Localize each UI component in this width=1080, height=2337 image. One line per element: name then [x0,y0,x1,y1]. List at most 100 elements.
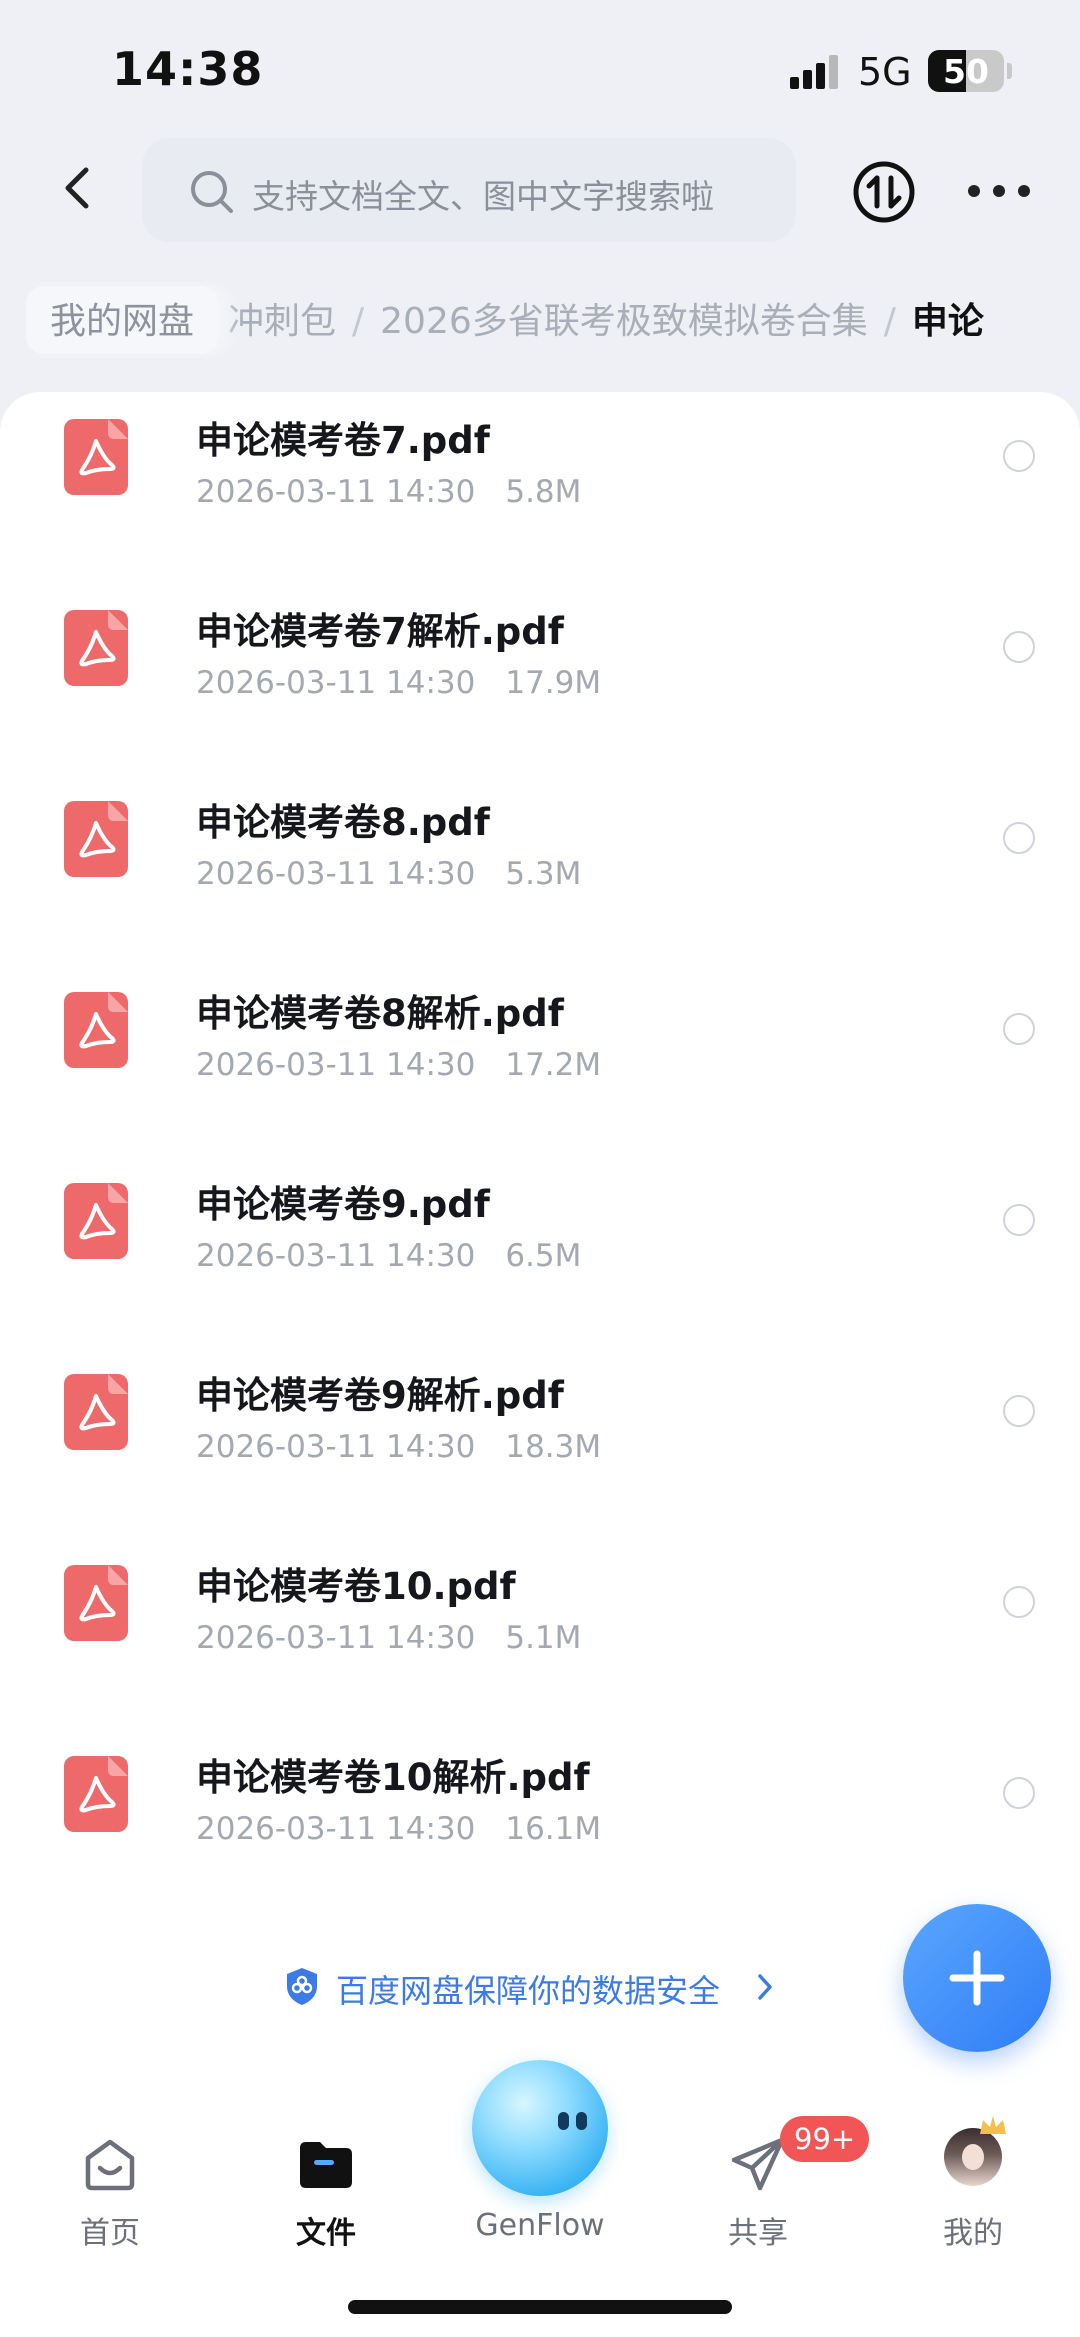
file-row[interactable]: 申论模考卷7解析.pdf 2026-03-11 14:30 17.9M [0,583,1080,773]
file-date: 2026-03-11 14:30 [196,1811,476,1847]
nav-files-label: 文件 [296,2216,356,2251]
chevron-right-icon [758,1974,772,2000]
breadcrumb-current: 申论 [911,301,984,342]
file-row[interactable]: 申论模考卷10.pdf 2026-03-11 14:30 5.1M [0,1538,1080,1728]
nav-share-label: 共享 [728,2216,788,2251]
search-placeholder: 支持文档全文、图中文字搜索啦 [252,177,714,216]
file-name: 申论模考卷8解析.pdf [196,992,564,1035]
file-meta: 2026-03-11 14:30 5.3M [196,856,581,892]
pdf-icon [64,1374,128,1450]
nav-genflow-label: GenFlow [475,2208,605,2243]
avatar[interactable] [944,2128,1002,2186]
more-button[interactable] [968,180,1030,204]
plus-icon [949,1950,1005,2006]
file-name: 申论模考卷9.pdf [196,1183,490,1226]
more-icon [968,185,980,197]
file-size: 17.2M [505,1047,602,1083]
orb-eye [576,2112,587,2130]
file-meta: 2026-03-11 14:30 5.1M [196,1620,581,1656]
file-meta: 2026-03-11 14:30 5.8M [196,474,581,510]
file-date: 2026-03-11 14:30 [196,1620,476,1656]
file-name: 申论模考卷10解析.pdf [196,1756,590,1799]
home-icon [85,2139,135,2191]
folder-icon [300,2142,352,2188]
file-size: 16.1M [505,1811,602,1847]
file-name: 申论模考卷7解析.pdf [196,610,564,653]
nav-home-label: 首页 [80,2216,140,2251]
select-checkbox[interactable] [1003,1586,1035,1618]
breadcrumb-path: 冲刺包 / 2026多省联考极致模拟卷合集 / 申论 [228,292,984,344]
breadcrumb-item[interactable]: 2026多省联考极致模拟卷合集 [380,301,868,342]
security-text: 百度网盘保障你的数据安全 [336,1972,721,2010]
file-row[interactable]: 申论模考卷7.pdf 2026-03-11 14:30 5.8M [0,392,1080,582]
back-button[interactable] [52,160,108,216]
file-meta: 2026-03-11 14:30 6.5M [196,1238,581,1274]
file-size: 17.9M [505,665,602,701]
file-meta: 2026-03-11 14:30 17.2M [196,1047,601,1083]
file-size: 18.3M [505,1429,602,1465]
sort-button[interactable] [852,160,916,224]
nav-files[interactable]: 文件 [246,2116,406,2256]
nav-home[interactable]: 首页 [30,2116,190,2256]
file-meta: 2026-03-11 14:30 16.1M [196,1811,601,1847]
pdf-icon [64,419,128,495]
file-meta: 2026-03-11 14:30 17.9M [196,665,601,701]
breadcrumb: 冲刺包 / 2026多省联考极致模拟卷合集 / 申论 我的网盘 [0,282,1080,358]
select-checkbox[interactable] [1003,822,1035,854]
search-input[interactable]: 支持文档全文、图中文字搜索啦 [142,138,796,242]
nav-me-label: 我的 [943,2216,1003,2251]
file-name: 申论模考卷7.pdf [196,419,490,462]
shield-icon [287,1968,317,2005]
file-size: 5.3M [505,856,582,892]
battery-icon: 50 [928,50,1004,92]
select-checkbox[interactable] [1003,631,1035,663]
file-size: 5.8M [505,474,582,510]
add-button[interactable] [903,1904,1051,2052]
file-date: 2026-03-11 14:30 [196,1238,476,1274]
share-icon [731,2137,785,2191]
file-size: 6.5M [505,1238,582,1274]
pdf-icon [64,610,128,686]
file-row[interactable]: 申论模考卷9.pdf 2026-03-11 14:30 6.5M [0,1156,1080,1346]
breadcrumb-separator: / [883,301,896,342]
breadcrumb-separator: / [352,301,365,342]
file-size: 5.1M [505,1620,582,1656]
file-row[interactable]: 申论模考卷8.pdf 2026-03-11 14:30 5.3M [0,774,1080,964]
home-indicator [348,2300,732,2314]
battery-level: 50 [943,52,989,91]
select-checkbox[interactable] [1003,1777,1035,1809]
breadcrumb-item[interactable]: 冲刺包 [228,301,336,342]
genflow-orb[interactable] [472,2060,608,2196]
status-time: 14:38 [112,42,264,96]
search-icon [191,171,233,213]
select-checkbox[interactable] [1003,1204,1035,1236]
battery-tip [1007,63,1012,79]
file-date: 2026-03-11 14:30 [196,665,476,701]
file-date: 2026-03-11 14:30 [196,474,476,510]
file-name: 申论模考卷8.pdf [196,801,490,844]
pdf-icon [64,1565,128,1641]
orb-eye [558,2112,569,2130]
crown-icon [980,2116,1006,2134]
sort-icon [853,161,915,223]
breadcrumb-root[interactable]: 我的网盘 [26,286,219,354]
avatar-face [962,2144,984,2170]
share-badge: 99+ [780,2116,870,2162]
select-checkbox[interactable] [1003,440,1035,472]
file-row[interactable]: 申论模考卷8解析.pdf 2026-03-11 14:30 17.2M [0,965,1080,1155]
file-row[interactable]: 申论模考卷10解析.pdf 2026-03-11 14:30 16.1M [0,1729,1080,1919]
file-meta: 2026-03-11 14:30 18.3M [196,1429,601,1465]
pdf-icon [64,1756,128,1832]
network-label: 5G [858,50,912,94]
file-date: 2026-03-11 14:30 [196,1429,476,1465]
select-checkbox[interactable] [1003,1395,1035,1427]
signal-icon [790,55,840,89]
back-icon [65,167,89,209]
pdf-icon [64,992,128,1068]
file-name: 申论模考卷9解析.pdf [196,1374,564,1417]
file-row[interactable]: 申论模考卷9解析.pdf 2026-03-11 14:30 18.3M [0,1347,1080,1537]
select-checkbox[interactable] [1003,1013,1035,1045]
file-date: 2026-03-11 14:30 [196,856,476,892]
file-panel: 申论模考卷7.pdf 2026-03-11 14:30 5.8M 申论模考卷7解析.p… [0,392,1080,2337]
status-bar: 14:38 5G 50 [0,0,1080,130]
